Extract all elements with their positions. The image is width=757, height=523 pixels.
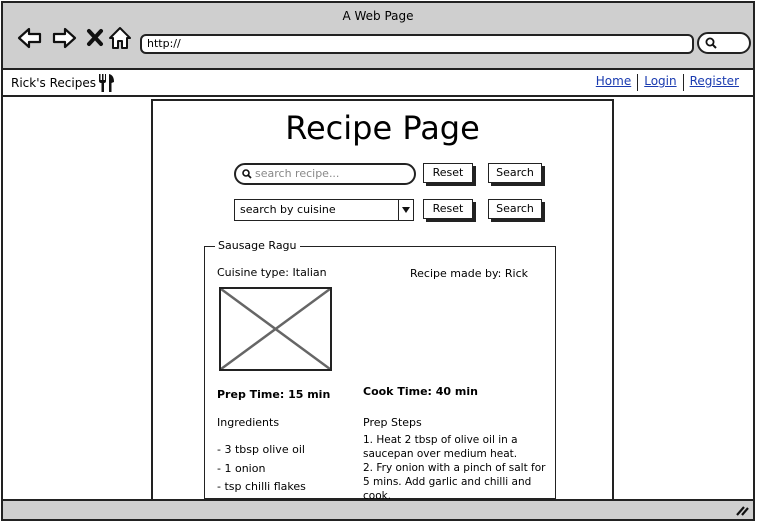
address-bar[interactable]: http:// [140, 34, 694, 54]
cook-time: Cook Time: 40 min [363, 385, 478, 398]
search-cuisine-button[interactable]: Search [488, 199, 542, 219]
prep-time: Prep Time: 15 min [217, 388, 331, 401]
status-bar [3, 499, 753, 519]
reset-cuisine-button[interactable]: Reset [423, 199, 473, 219]
ingredient-item: - tsp chilli flakes [217, 480, 306, 493]
browser-search-field[interactable] [697, 32, 751, 54]
ingredients-heading: Ingredients [217, 416, 280, 429]
search-button[interactable]: Search [488, 163, 542, 183]
ingredient-item: - 3 tbsp olive oil [217, 443, 305, 456]
cuisine-select-value: search by cuisine [240, 203, 336, 216]
search-icon [242, 169, 252, 179]
prep-steps: 1. Heat 2 tbsp of olive oil in a saucepa… [363, 433, 555, 503]
dropdown-toggle[interactable] [398, 200, 413, 220]
register-link[interactable]: Register [684, 74, 745, 91]
top-nav: Home Login Register [590, 74, 745, 91]
cuisine-select[interactable]: search by cuisine [234, 199, 414, 221]
site-brand[interactable]: Rick's Recipes [11, 76, 96, 90]
login-link[interactable]: Login [638, 74, 682, 91]
recipe-panel: Recipe Page search recipe... Reset Searc… [151, 99, 614, 503]
reset-search-button[interactable]: Reset [423, 163, 473, 183]
back-arrow-icon[interactable] [17, 25, 43, 51]
recipe-name: Sausage Ragu [215, 239, 300, 252]
search-icon [705, 37, 717, 49]
recipe-search-input[interactable]: search recipe... [234, 163, 416, 185]
forward-arrow-icon[interactable] [51, 25, 77, 51]
page-title: Recipe Page [285, 109, 480, 147]
ingredient-item: - 1 onion [217, 462, 266, 475]
search-placeholder: search recipe... [255, 167, 340, 180]
recipe-author: Recipe made by: Rick [410, 267, 528, 280]
chevron-down-icon [402, 207, 410, 213]
site-header: Rick's Recipes Home Login Register [3, 70, 753, 97]
image-placeholder-icon [220, 287, 331, 371]
prep-steps-heading: Prep Steps [363, 416, 422, 429]
cuisine-type: Cuisine type: Italian [217, 266, 327, 279]
recipe-card: Sausage Ragu Cuisine type: Italian Recip… [204, 239, 556, 502]
close-icon[interactable] [83, 25, 109, 51]
home-link[interactable]: Home [590, 74, 637, 91]
prep-step: 2. Fry onion with a pinch of salt for 5 … [363, 462, 546, 502]
recipe-image [219, 287, 332, 371]
home-icon[interactable] [107, 25, 133, 51]
fork-knife-icon [99, 74, 114, 92]
resize-grip-icon[interactable] [735, 504, 749, 516]
window-title: A Web Page [342, 9, 414, 23]
prep-step: 1. Heat 2 tbsp of olive oil in a saucepa… [363, 434, 518, 460]
browser-toolbar: A Web Page http:// [3, 3, 753, 70]
browser-window: A Web Page http:// Rick's Recipes Home L… [1, 1, 755, 521]
